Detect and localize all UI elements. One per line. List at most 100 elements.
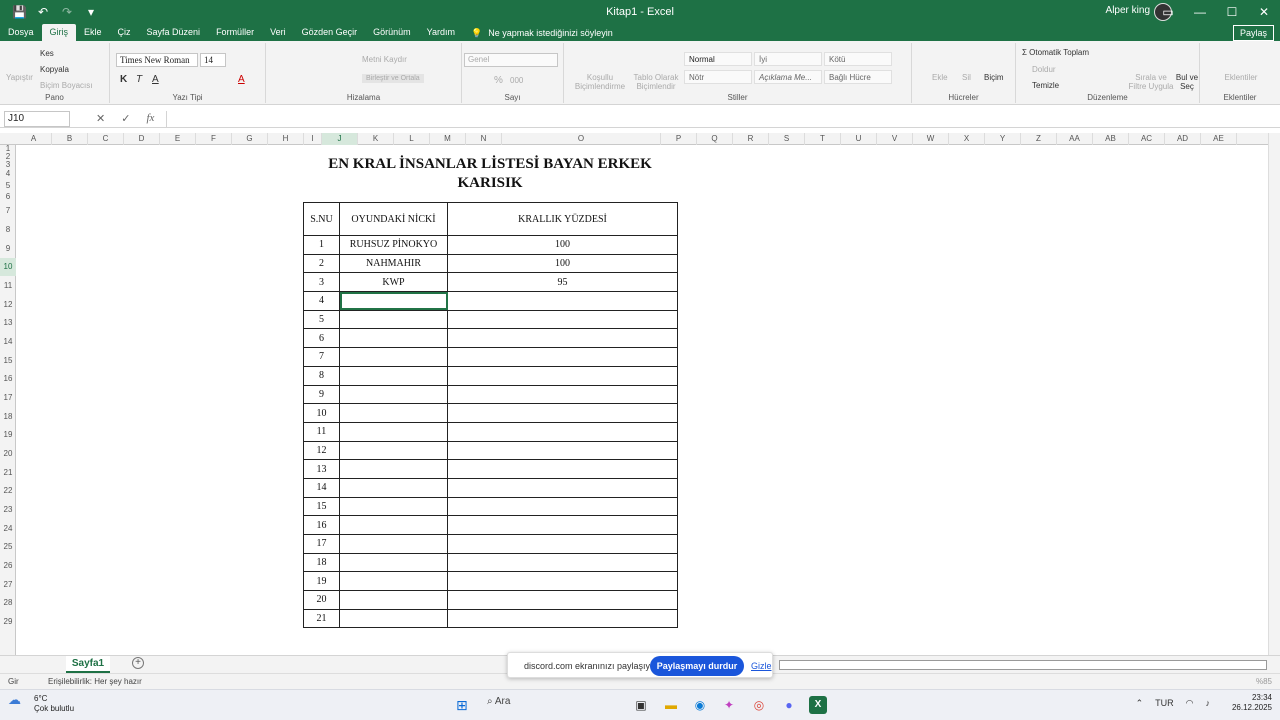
bold-button[interactable]: K: [120, 74, 127, 85]
cell-percent[interactable]: [447, 459, 678, 479]
style-bad[interactable]: Kötü: [824, 52, 892, 66]
percent-button[interactable]: %: [494, 75, 503, 86]
format-cells-button[interactable]: Biçim: [984, 73, 1004, 82]
delete-cells-button[interactable]: Sil: [962, 73, 971, 82]
column-header-w[interactable]: W: [913, 133, 949, 145]
cell-nick[interactable]: [339, 421, 448, 442]
cell-nick[interactable]: [339, 608, 448, 629]
tab-home[interactable]: Giriş: [41, 24, 77, 41]
close-button[interactable]: ✕: [1248, 0, 1280, 24]
cell-nick[interactable]: [339, 496, 448, 517]
enter-icon[interactable]: ✓: [121, 112, 130, 125]
column-header-f[interactable]: F: [196, 133, 232, 145]
file-explorer-icon[interactable]: ▬: [662, 696, 680, 714]
ribbon-display-icon[interactable]: ▭: [1152, 0, 1184, 24]
cell-sno[interactable]: 12: [303, 440, 340, 461]
row-header-14[interactable]: 14: [0, 332, 16, 351]
header-sno[interactable]: S.NU: [303, 202, 340, 236]
cell-sno[interactable]: 2: [303, 253, 340, 274]
column-header-c[interactable]: C: [88, 133, 124, 145]
cell-nick[interactable]: [339, 477, 448, 498]
cell-percent[interactable]: [447, 347, 678, 367]
cell-percent[interactable]: [447, 590, 678, 610]
tab-data[interactable]: Veri: [262, 24, 294, 41]
clear-button[interactable]: Temizle: [1032, 81, 1059, 90]
taskbar-search[interactable]: ⌕ Ara: [487, 696, 510, 707]
format-as-table-button[interactable]: Tablo Olarak Biçimlendir: [630, 73, 682, 91]
autosum-button[interactable]: Σ Otomatik Toplam: [1022, 48, 1089, 57]
cell-nick[interactable]: [339, 552, 448, 573]
row-header-3[interactable]: 3: [0, 161, 16, 169]
cell-nick[interactable]: [339, 403, 448, 423]
cell-sno[interactable]: 11: [303, 421, 340, 442]
column-header-aa[interactable]: AA: [1057, 133, 1093, 145]
style-explanatory[interactable]: Açıklama Me...: [754, 70, 822, 84]
row-header-21[interactable]: 21: [0, 463, 16, 482]
cell-percent[interactable]: [447, 421, 678, 442]
cell-sno[interactable]: 20: [303, 590, 340, 610]
maximize-button[interactable]: ☐: [1216, 0, 1248, 24]
chevron-up-icon[interactable]: ⌃: [1136, 698, 1144, 709]
row-header-7[interactable]: 7: [0, 201, 16, 220]
cell-sno[interactable]: 1: [303, 235, 340, 255]
tab-page-layout[interactable]: Sayfa Düzeni: [139, 24, 209, 41]
cell-sno[interactable]: 3: [303, 272, 340, 293]
edge-icon[interactable]: ◉: [691, 696, 709, 714]
style-linked-cell[interactable]: Bağlı Hücre: [824, 70, 892, 84]
cell-nick[interactable]: KWP: [339, 272, 448, 293]
underline-button[interactable]: A: [152, 74, 159, 85]
hide-banner-link[interactable]: Gizle: [751, 661, 772, 671]
row-header-8[interactable]: 8: [0, 220, 16, 239]
tell-me-box[interactable]: 💡 Ne yapmak istediğinizi söyleyin: [471, 25, 613, 41]
save-icon[interactable]: 💾: [12, 5, 27, 19]
column-header-g[interactable]: G: [232, 133, 268, 145]
conditional-formatting-button[interactable]: Koşullu Biçimlendirme: [570, 73, 630, 91]
column-header-r[interactable]: R: [733, 133, 769, 145]
copy-button[interactable]: Kopyala: [40, 65, 69, 74]
row-header-20[interactable]: 20: [0, 444, 16, 463]
column-header-y[interactable]: Y: [985, 133, 1021, 145]
selected-cell-j10[interactable]: [339, 291, 448, 311]
cell-nick[interactable]: [339, 328, 448, 349]
column-header-a[interactable]: A: [16, 133, 52, 145]
cell-sno[interactable]: 5: [303, 309, 340, 330]
addins-button[interactable]: Eklentiler: [1204, 73, 1278, 82]
cell-sno[interactable]: 13: [303, 459, 340, 479]
cell-sno[interactable]: 18: [303, 552, 340, 573]
row-header-5[interactable]: 5: [0, 179, 16, 192]
cell-percent[interactable]: 100: [447, 253, 678, 274]
cell-percent[interactable]: [447, 571, 678, 592]
column-header-ac[interactable]: AC: [1129, 133, 1165, 145]
row-header-16[interactable]: 16: [0, 370, 16, 388]
row-header-18[interactable]: 18: [0, 407, 16, 426]
cell-percent[interactable]: [447, 384, 678, 405]
font-size-box[interactable]: 14: [200, 53, 226, 67]
column-header-n[interactable]: N: [466, 133, 502, 145]
discord-icon[interactable]: ●: [780, 696, 798, 714]
sheet-title-cell[interactable]: EN KRAL İNSANLAR LİSTESİ BAYAN ERKEK KAR…: [303, 145, 677, 202]
sheet-tab-sayfa1[interactable]: Sayfa1: [66, 656, 110, 673]
row-header-11[interactable]: 11: [0, 276, 16, 295]
column-header-l[interactable]: L: [394, 133, 430, 145]
cell-percent[interactable]: [447, 552, 678, 573]
column-header-t[interactable]: T: [805, 133, 841, 145]
column-header-k[interactable]: K: [358, 133, 394, 145]
column-header-i[interactable]: I: [304, 133, 322, 145]
cell-sno[interactable]: 10: [303, 403, 340, 423]
tab-draw[interactable]: Çiz: [110, 24, 139, 41]
column-header-o[interactable]: O: [502, 133, 661, 145]
font-name-box[interactable]: Times New Roman: [116, 53, 198, 67]
column-header-d[interactable]: D: [124, 133, 160, 145]
column-header-h[interactable]: H: [268, 133, 304, 145]
row-header-19[interactable]: 19: [0, 426, 16, 444]
cell-percent[interactable]: [447, 403, 678, 423]
formula-input[interactable]: [166, 111, 1274, 127]
row-header-25[interactable]: 25: [0, 538, 16, 556]
copilot-icon[interactable]: ✦: [720, 696, 738, 714]
tab-review[interactable]: Gözden Geçir: [294, 24, 366, 41]
cell-percent[interactable]: [447, 328, 678, 349]
row-header-10[interactable]: 10: [0, 258, 16, 276]
excel-icon[interactable]: X: [809, 696, 827, 714]
tab-help[interactable]: Yardım: [419, 24, 463, 41]
cell-nick[interactable]: [339, 534, 448, 554]
